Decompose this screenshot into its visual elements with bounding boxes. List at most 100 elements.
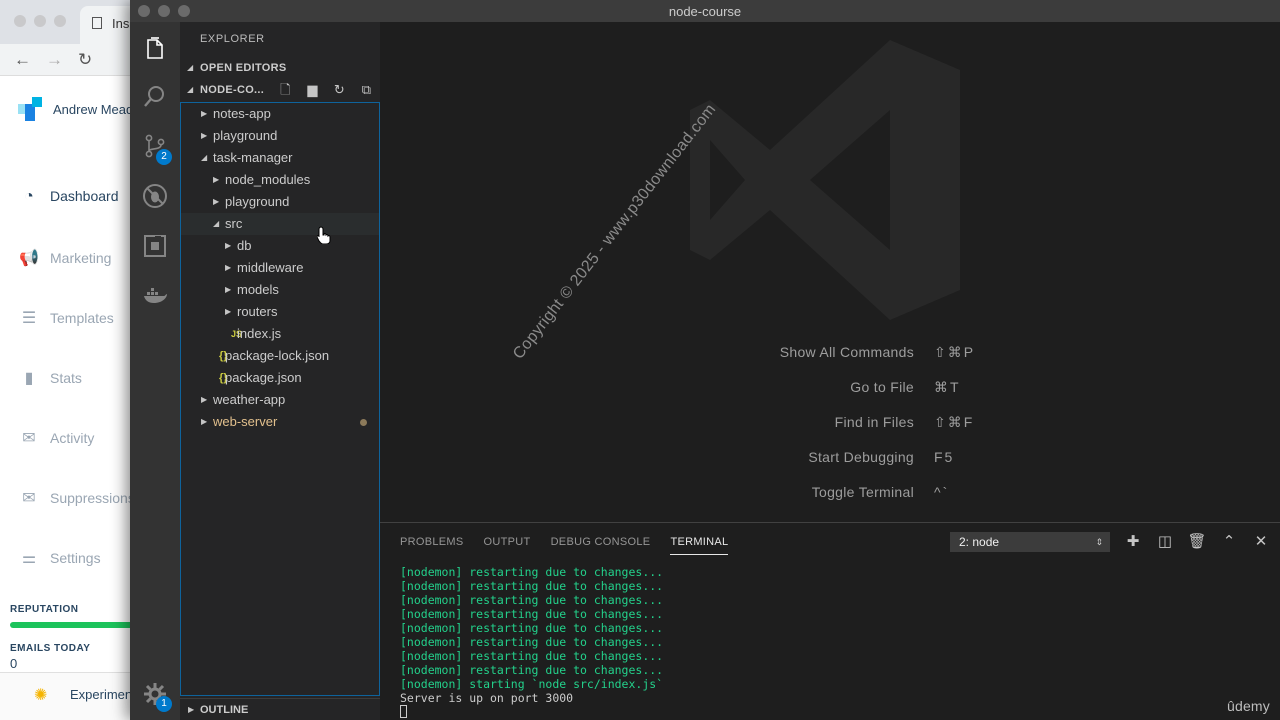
- tree-folder[interactable]: ◢ task-manager: [181, 147, 379, 169]
- emails-today-label: EMAILS TODAY: [10, 643, 91, 654]
- terminal-output[interactable]: [nodemon] restarting due to changes... [n…: [400, 565, 1260, 719]
- tree-folder[interactable]: ▶ middleware: [181, 257, 379, 279]
- maximize-panel-icon[interactable]: ⌃: [1217, 531, 1241, 553]
- back-arrow-icon[interactable]: ←: [14, 50, 31, 70]
- command-hint-shortcut: F5: [934, 449, 955, 465]
- experiments-bar[interactable]: ✺ Experimen: [0, 672, 140, 720]
- chevron-right-icon: ▶: [213, 175, 220, 184]
- sendgrid-logo-icon: [18, 97, 42, 121]
- bar-chart-icon: ▮: [24, 370, 34, 387]
- menu-item-marketing[interactable]: 📢 Marketing: [18, 248, 111, 268]
- terminal-select-value: 2: node: [959, 535, 1000, 549]
- close-panel-icon[interactable]: ✕: [1249, 531, 1273, 553]
- tree-folder[interactable]: ▶ node_modules: [181, 169, 379, 191]
- browser-tabbar: Ins: [0, 0, 140, 44]
- copyright-watermark: Copyright © 2025 - www.p30download.com: [510, 101, 720, 363]
- command-hint-shortcut: ^`: [934, 484, 950, 500]
- templates-icon: ☰: [21, 310, 37, 327]
- mouse-pointer-icon: [317, 226, 331, 244]
- folder-header[interactable]: ◢ NODE-CO... 🗋 ▆ ↻ ⧉: [180, 79, 380, 101]
- forward-arrow-icon[interactable]: →: [46, 50, 63, 70]
- sliders-icon: ⚌: [21, 550, 37, 567]
- trash-icon[interactable]: 🗑: [1185, 531, 1209, 553]
- tree-item-label: task-manager: [213, 150, 293, 165]
- modified-dot-icon: [360, 419, 367, 426]
- tree-file[interactable]: JS index.js: [181, 323, 379, 345]
- terminal-line: [nodemon] restarting due to changes...: [400, 663, 664, 677]
- tree-folder[interactable]: ▶ models: [181, 279, 379, 301]
- menu-item-settings[interactable]: ⚌ Settings: [18, 548, 101, 568]
- tree-folder[interactable]: ▶ playground: [181, 125, 379, 147]
- command-hint-shortcut: ⇧⌘F: [934, 414, 975, 430]
- tree-item-label: notes-app: [213, 106, 271, 121]
- menu-item-stats[interactable]: ▮ Stats: [18, 368, 82, 388]
- menu-item-label: Stats: [50, 370, 82, 386]
- command-hint-label: Start Debugging: [808, 449, 914, 465]
- scm-badge: 2: [156, 149, 172, 165]
- split-terminal-icon[interactable]: ◫: [1153, 531, 1177, 553]
- tree-file[interactable]: {} package.json: [181, 367, 379, 389]
- window-title: node-course: [668, 4, 742, 19]
- search-activity[interactable]: [130, 75, 180, 119]
- vscode-window: node-course 2 1 EXPLORER ◢ OPEN EDITORS …: [130, 0, 1280, 720]
- debug-activity[interactable]: [130, 174, 180, 218]
- folder-label: NODE-CO...: [200, 84, 265, 96]
- command-hint-label: Find in Files: [834, 414, 914, 430]
- refresh-icon[interactable]: ↻: [326, 79, 353, 101]
- command-hint-shortcut: ⇧⌘P: [934, 344, 976, 360]
- menu-item-templates[interactable]: ☰ Templates: [18, 308, 114, 328]
- new-file-icon[interactable]: 🗋: [272, 79, 299, 101]
- chevron-right-icon: ▶: [225, 307, 232, 316]
- browser-zoom-dot[interactable]: [54, 15, 66, 27]
- outline-label: OUTLINE: [200, 704, 249, 716]
- menu-item-label: Settings: [50, 550, 101, 566]
- browser-tab-title: Ins: [112, 16, 130, 31]
- experiments-label: Experimen: [70, 687, 133, 702]
- explorer-title: EXPLORER: [200, 33, 265, 45]
- chevron-down-icon: ◢: [201, 153, 208, 162]
- tree-folder[interactable]: ▶ notes-app: [181, 103, 379, 125]
- extensions-icon: [144, 235, 166, 257]
- explorer-activity[interactable]: [130, 26, 180, 70]
- explorer-sidebar: EXPLORER ◢ OPEN EDITORS ◢ NODE-CO... 🗋 ▆…: [180, 22, 380, 720]
- menu-item-dashboard[interactable]: ◔ Dashboard: [18, 188, 118, 206]
- outline-header[interactable]: ▶ OUTLINE: [180, 698, 380, 720]
- tree-item-label: playground: [225, 194, 290, 209]
- browser-close-dot[interactable]: [14, 15, 26, 27]
- new-terminal-icon[interactable]: ✚: [1121, 531, 1145, 553]
- tree-folder[interactable]: ◢ src: [181, 213, 379, 235]
- tree-item-label: weather-app: [213, 392, 286, 407]
- docker-icon: [144, 288, 167, 303]
- tree-folder[interactable]: ▶ routers: [181, 301, 379, 323]
- command-hint-shortcut: ⌘T: [934, 379, 961, 395]
- manage-activity[interactable]: 1: [130, 672, 180, 716]
- panel-tab-debug-console[interactable]: DEBUG CONSOLE: [551, 533, 651, 555]
- extensions-activity[interactable]: [130, 224, 180, 268]
- activity-bar: 2 1: [130, 22, 180, 720]
- tree-file[interactable]: {} package-lock.json: [181, 345, 379, 367]
- browser-minimize-dot[interactable]: [34, 15, 46, 27]
- menu-item-label: Suppressions: [50, 490, 135, 506]
- panel-tab-problems[interactable]: PROBLEMS: [400, 533, 464, 555]
- tree-folder[interactable]: ▶ web-server: [181, 411, 379, 433]
- source-control-activity[interactable]: 2: [130, 124, 180, 168]
- collapse-all-icon[interactable]: ⧉: [353, 79, 380, 101]
- open-editors-header[interactable]: ◢ OPEN EDITORS: [180, 57, 380, 79]
- tree-folder[interactable]: ▶ db: [181, 235, 379, 257]
- select-caret-icon: ⇕: [1095, 537, 1103, 547]
- panel-tab-output[interactable]: OUTPUT: [484, 533, 531, 555]
- no-bug-icon: [143, 184, 167, 208]
- tree-folder[interactable]: ▶ playground: [181, 191, 379, 213]
- menu-item-suppressions[interactable]: ✉ Suppressions: [18, 488, 135, 508]
- panel-tab-terminal[interactable]: TERMINAL: [670, 533, 729, 555]
- new-folder-icon[interactable]: ▆: [299, 79, 326, 101]
- command-hint-label: Show All Commands: [779, 344, 914, 360]
- docker-activity[interactable]: [130, 274, 180, 318]
- command-hint: Start Debugging F5: [630, 449, 1230, 469]
- terminal-select[interactable]: 2: node ⇕: [950, 532, 1110, 552]
- reload-icon[interactable]: ↻: [78, 50, 92, 70]
- tree-folder[interactable]: ▶ weather-app: [181, 389, 379, 411]
- menu-item-activity[interactable]: ✉ Activity: [18, 428, 94, 448]
- expand-arrow-icon: ▶: [188, 705, 195, 714]
- tree-item-label: db: [237, 238, 252, 253]
